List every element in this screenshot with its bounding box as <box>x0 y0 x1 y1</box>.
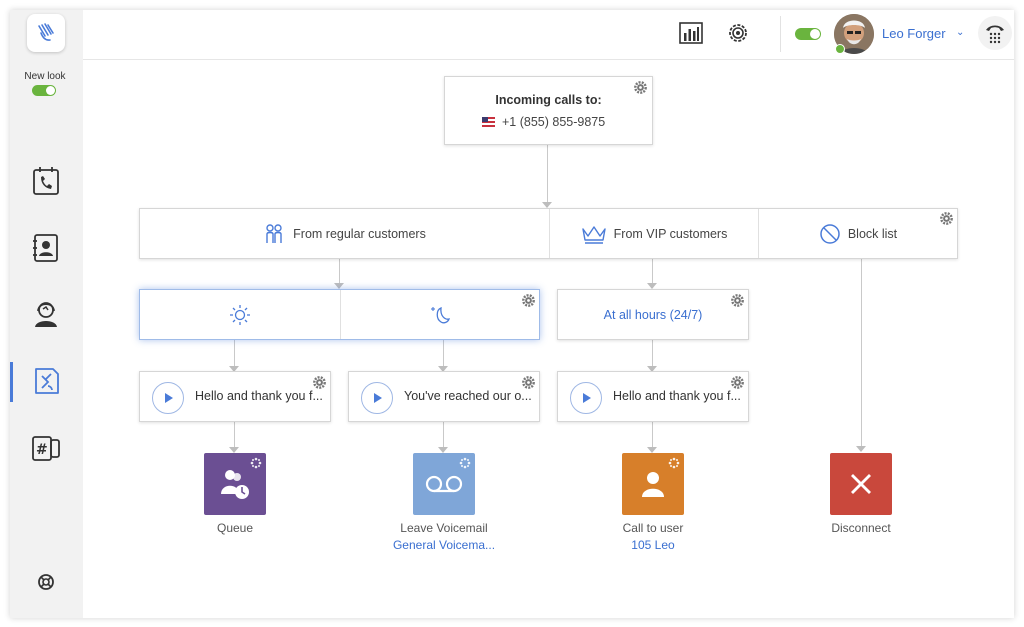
app-logo[interactable] <box>27 14 65 52</box>
agent-headset-icon <box>35 302 57 327</box>
close-icon <box>851 474 871 494</box>
action-label: Leave Voicemail <box>400 521 488 535</box>
new-look-label: New look <box>24 71 66 82</box>
gear-icon[interactable] <box>634 81 647 94</box>
gear-icon[interactable] <box>731 376 744 389</box>
action-queue[interactable] <box>204 453 266 515</box>
action-disconnect[interactable] <box>830 453 892 515</box>
connector <box>861 258 862 451</box>
gear-icon[interactable] <box>522 294 535 307</box>
sidebar-item-contacts[interactable] <box>30 232 62 264</box>
connector <box>547 144 548 206</box>
online-status-dot <box>835 44 845 54</box>
bar-chart-icon <box>679 22 703 44</box>
rule-vip-customers[interactable]: From VIP customers <box>550 209 758 258</box>
play-button[interactable] <box>361 382 393 414</box>
us-flag-icon <box>482 117 495 127</box>
sidebar-item-support[interactable] <box>30 298 62 330</box>
call-routing-icon <box>35 368 59 394</box>
stats-button[interactable] <box>678 20 704 46</box>
sun-icon <box>230 304 250 325</box>
rule-label: Block list <box>847 226 898 241</box>
rule-label: From regular customers <box>293 226 426 241</box>
options-icon[interactable] <box>668 457 680 469</box>
gear-icon[interactable] <box>731 294 744 307</box>
greeting-text: Hello and thank you f... <box>195 389 323 403</box>
chevron-down-icon[interactable]: ⌄ <box>956 27 964 38</box>
greeting-text: Hello and thank you f... <box>613 389 741 403</box>
sidebar-item-help[interactable] <box>30 566 62 598</box>
contact-book-icon <box>33 234 58 262</box>
gear-icon[interactable] <box>313 376 326 389</box>
schedule-night[interactable] <box>341 290 539 339</box>
hash-phone-icon: # <box>32 436 60 461</box>
rule-label: From VIP customers <box>613 226 728 241</box>
dialer-button[interactable] <box>978 16 1012 50</box>
greeting-node[interactable]: You've reached our o... <box>348 371 540 422</box>
rule-block-list[interactable]: Block list <box>759 209 957 258</box>
action-label: Call to user <box>622 521 684 535</box>
availability-toggle[interactable] <box>795 28 821 40</box>
action-call-user[interactable] <box>622 453 684 515</box>
svg-text:#: # <box>36 442 48 458</box>
brand-logo-icon <box>38 23 54 41</box>
rule-regular-customers[interactable]: From regular customers <box>140 209 549 258</box>
block-icon <box>820 223 840 244</box>
queue-users-icon <box>221 470 249 499</box>
moon-icon <box>431 306 450 323</box>
settings-icon <box>729 24 747 42</box>
connector-arrow <box>856 446 866 452</box>
phone-calendar-icon <box>33 167 59 195</box>
action-label: Queue <box>216 521 254 535</box>
sidebar-item-calls[interactable] <box>30 165 62 197</box>
incoming-number: +1 (855) 855-9875 <box>502 115 606 129</box>
options-icon[interactable] <box>250 457 262 469</box>
greeting-node[interactable]: Hello and thank you f... <box>557 371 749 422</box>
action-voicemail[interactable] <box>413 453 475 515</box>
action-label: Disconnect <box>831 521 891 535</box>
schedule-day[interactable] <box>140 290 340 339</box>
target-user-link[interactable]: 105 Leo <box>578 538 728 552</box>
voicemail-icon <box>425 475 463 493</box>
dialpad-icon <box>986 25 1004 44</box>
gear-icon[interactable] <box>940 212 953 225</box>
play-icon <box>583 393 591 403</box>
new-look-toggle[interactable] <box>32 85 56 96</box>
topbar-divider <box>780 16 781 52</box>
lifebuoy-icon <box>38 574 54 590</box>
play-button[interactable] <box>570 382 602 414</box>
schedule-vip[interactable]: At all hours (24/7) <box>557 289 749 340</box>
routing-rules-bar: From regular customers From VIP customer… <box>139 208 958 259</box>
active-nav-indicator <box>10 362 13 402</box>
greeting-node[interactable]: Hello and thank you f... <box>139 371 331 422</box>
incoming-calls-title: Incoming calls to: <box>495 93 602 107</box>
schedule-vip-label: At all hours (24/7) <box>603 308 703 322</box>
top-bar <box>83 10 1014 60</box>
play-icon <box>165 393 173 403</box>
greeting-text: You've reached our o... <box>404 389 532 403</box>
play-button[interactable] <box>152 382 184 414</box>
options-icon[interactable] <box>459 457 471 469</box>
sidebar-item-call-flows[interactable] <box>30 365 62 397</box>
gear-icon[interactable] <box>522 376 535 389</box>
sidebar-item-numbers[interactable]: # <box>30 432 62 464</box>
voicemail-box-link[interactable]: General Voicema... <box>369 538 519 552</box>
people-icon <box>266 223 282 243</box>
settings-button[interactable] <box>725 20 751 46</box>
crown-icon <box>581 225 606 244</box>
schedule-regular <box>139 289 540 340</box>
user-icon <box>642 472 664 497</box>
incoming-calls-node[interactable]: Incoming calls to: +1 (855) 855-9875 <box>444 76 653 145</box>
user-name[interactable]: Leo Forger <box>882 26 946 41</box>
play-icon <box>374 393 382 403</box>
